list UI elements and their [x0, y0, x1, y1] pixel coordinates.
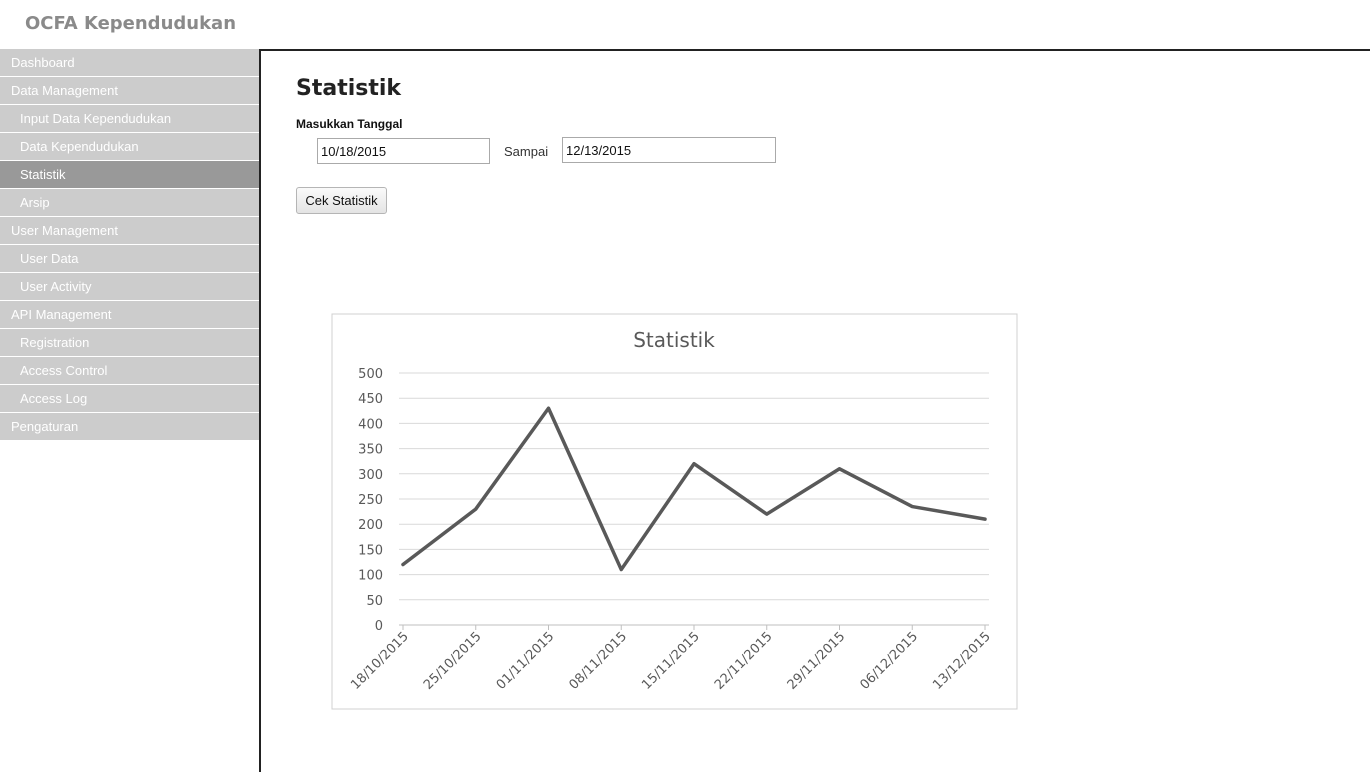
sidebar-item-user-management[interactable]: User Management	[0, 217, 259, 245]
sidebar-item-access-log[interactable]: Access Log	[0, 385, 259, 413]
sidebar-item-user-data[interactable]: User Data	[0, 245, 259, 273]
y-tick-label: 450	[358, 392, 383, 407]
y-tick-label: 200	[358, 518, 383, 533]
header-divider	[260, 49, 1370, 51]
chart-svg: Statistik 0 50 100 150 200 250 300 350 400 450 500…	[331, 313, 1018, 710]
app-title: OCFA Kependudukan	[25, 13, 237, 34]
y-tick-label: 0	[375, 619, 383, 634]
sidebar-item-access-control[interactable]: Access Control	[0, 357, 259, 385]
sidebar-item-api-management[interactable]: API Management	[0, 301, 259, 329]
sidebar-item-user-activity[interactable]: User Activity	[0, 273, 259, 301]
end-date-input[interactable]	[562, 137, 776, 163]
sidebar-item-dashboard[interactable]: Dashboard	[0, 49, 259, 77]
y-tick-label: 50	[366, 594, 383, 609]
sidebar-item-statistik[interactable]: Statistik	[0, 161, 259, 189]
sidebar-nav: Dashboard Data Management Input Data Kepen…	[0, 49, 259, 441]
sidebar-item-data-kependudukan[interactable]: Data Kependudukan	[0, 133, 259, 161]
y-tick-label: 300	[358, 468, 383, 483]
data-point	[619, 568, 623, 572]
data-point	[692, 462, 696, 466]
y-tick-label: 250	[358, 493, 383, 508]
sidebar-item-registration[interactable]: Registration	[0, 329, 259, 357]
date-separator-label: Sampai	[504, 144, 549, 159]
y-tick-label: 400	[358, 417, 383, 432]
chart-title: Statistik	[633, 328, 715, 352]
y-tick-label: 100	[358, 569, 383, 584]
data-point	[838, 467, 841, 471]
data-point	[765, 512, 769, 516]
data-point	[474, 507, 478, 511]
y-tick-label: 500	[358, 367, 383, 382]
y-tick-label: 150	[358, 543, 383, 558]
sidebar-item-pengaturan[interactable]: Pengaturan	[0, 413, 259, 441]
sidebar-item-data-management[interactable]: Data Management	[0, 77, 259, 105]
data-point	[401, 563, 405, 567]
page-title: Statistik	[296, 76, 402, 101]
statistics-chart: Statistik 0 50 100 150 200 250 300 350 400 450 500…	[331, 311, 1018, 710]
check-statistics-button[interactable]: Cek Statistik	[296, 187, 387, 214]
data-point	[983, 517, 987, 521]
date-range-label: Masukkan Tanggal	[296, 117, 403, 131]
start-date-input[interactable]	[317, 138, 490, 164]
sidebar-item-arsip[interactable]: Arsip	[0, 189, 259, 217]
y-tick-label: 350	[358, 443, 383, 458]
sidebar-item-input-data-kependudukan[interactable]: Input Data Kependudukan	[0, 105, 259, 133]
data-point	[910, 505, 914, 509]
data-point	[547, 406, 550, 410]
sidebar-divider	[259, 49, 261, 772]
